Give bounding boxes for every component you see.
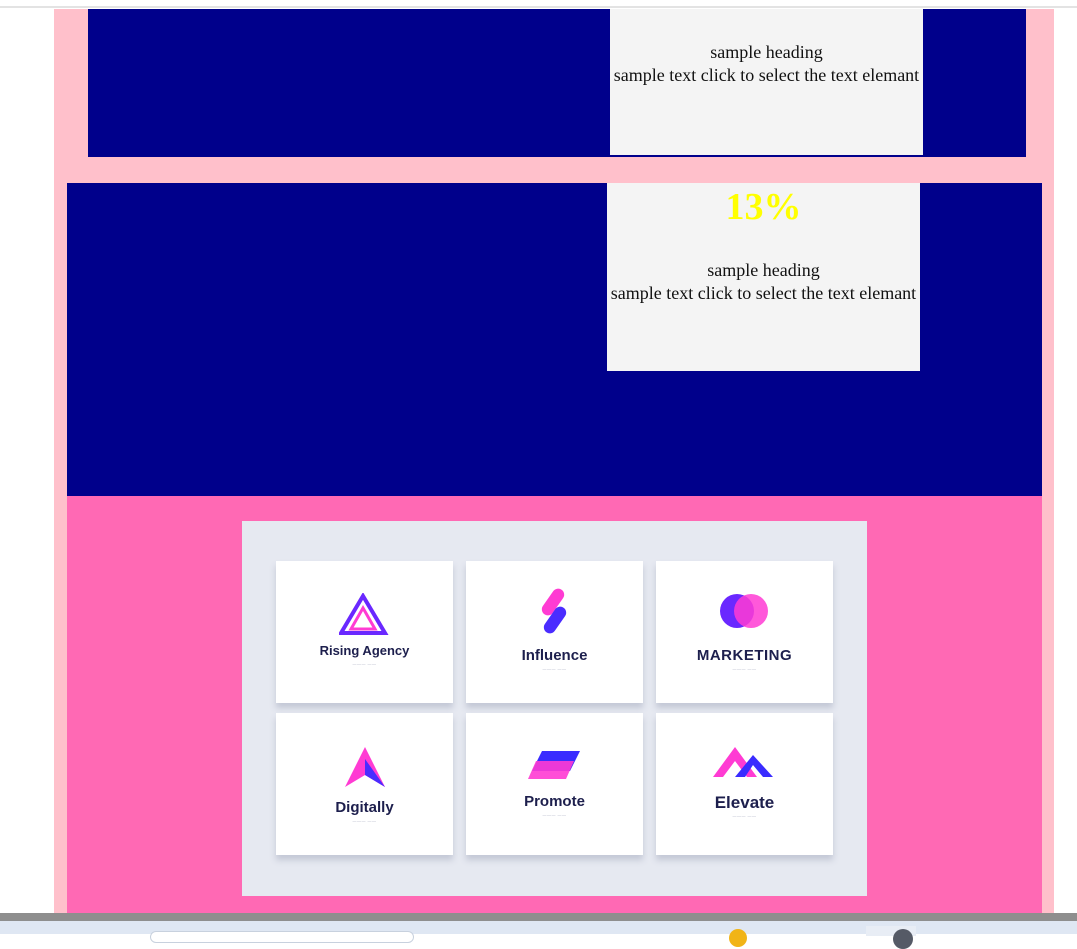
- logo-label: Digitally: [335, 799, 394, 816]
- taskbar-app-icon[interactable]: [729, 929, 747, 947]
- card-text[interactable]: sample text click to select the text ele…: [607, 282, 920, 305]
- taskbar-user-icon[interactable]: [893, 929, 913, 949]
- browser-top-edge: [0, 0, 1077, 8]
- logo-tile: Promote ——— ——: [466, 713, 643, 855]
- taskbar-search-box[interactable]: [150, 931, 414, 943]
- logo-tagline: ——— ——: [732, 813, 757, 818]
- logo-tagline: ——— ——: [732, 666, 757, 671]
- logo-label: MARKETING: [696, 647, 793, 664]
- text-card-2[interactable]: 13% sample heading sample text click to …: [607, 183, 920, 371]
- logo-tile: Digitally ——— ——: [276, 713, 453, 855]
- logo-showcase-image[interactable]: Rising Agency ——— —— Influence ——— —— MA…: [242, 521, 867, 896]
- logo-label: Influence: [521, 647, 588, 664]
- logo-tagline: ——— ——: [542, 666, 567, 671]
- card-text[interactable]: sample text click to select the text ele…: [610, 64, 923, 87]
- percent-value[interactable]: 13%: [607, 185, 920, 229]
- logo-tile: Influence ——— ——: [466, 561, 643, 703]
- card-heading[interactable]: sample heading: [610, 41, 923, 64]
- logo-tagline: ——— ——: [542, 812, 567, 817]
- card-heading[interactable]: sample heading: [607, 259, 920, 282]
- pill-logo-icon: [541, 588, 566, 634]
- chevron-logo-icon: [712, 747, 773, 777]
- logo-tagline: ——— ——: [352, 818, 377, 823]
- logo-tile: Elevate ——— ——: [656, 713, 833, 855]
- arrow-logo-icon: [344, 747, 385, 787]
- text-card-1[interactable]: sample heading sample text click to sele…: [610, 9, 923, 155]
- triangle-logo-icon: [338, 593, 389, 635]
- logo-label: Rising Agency: [319, 643, 410, 658]
- logo-label: Elevate: [714, 793, 775, 812]
- parallelogram-logo-icon: [527, 751, 580, 779]
- circles-logo-icon: [719, 594, 768, 628]
- logo-tile: Rising Agency ——— ——: [276, 561, 453, 703]
- logo-tile: MARKETING ——— ——: [656, 561, 833, 703]
- logo-label: Promote: [524, 793, 585, 810]
- horizontal-scrollbar[interactable]: [0, 913, 1077, 921]
- logo-tagline: ——— ——: [352, 661, 377, 666]
